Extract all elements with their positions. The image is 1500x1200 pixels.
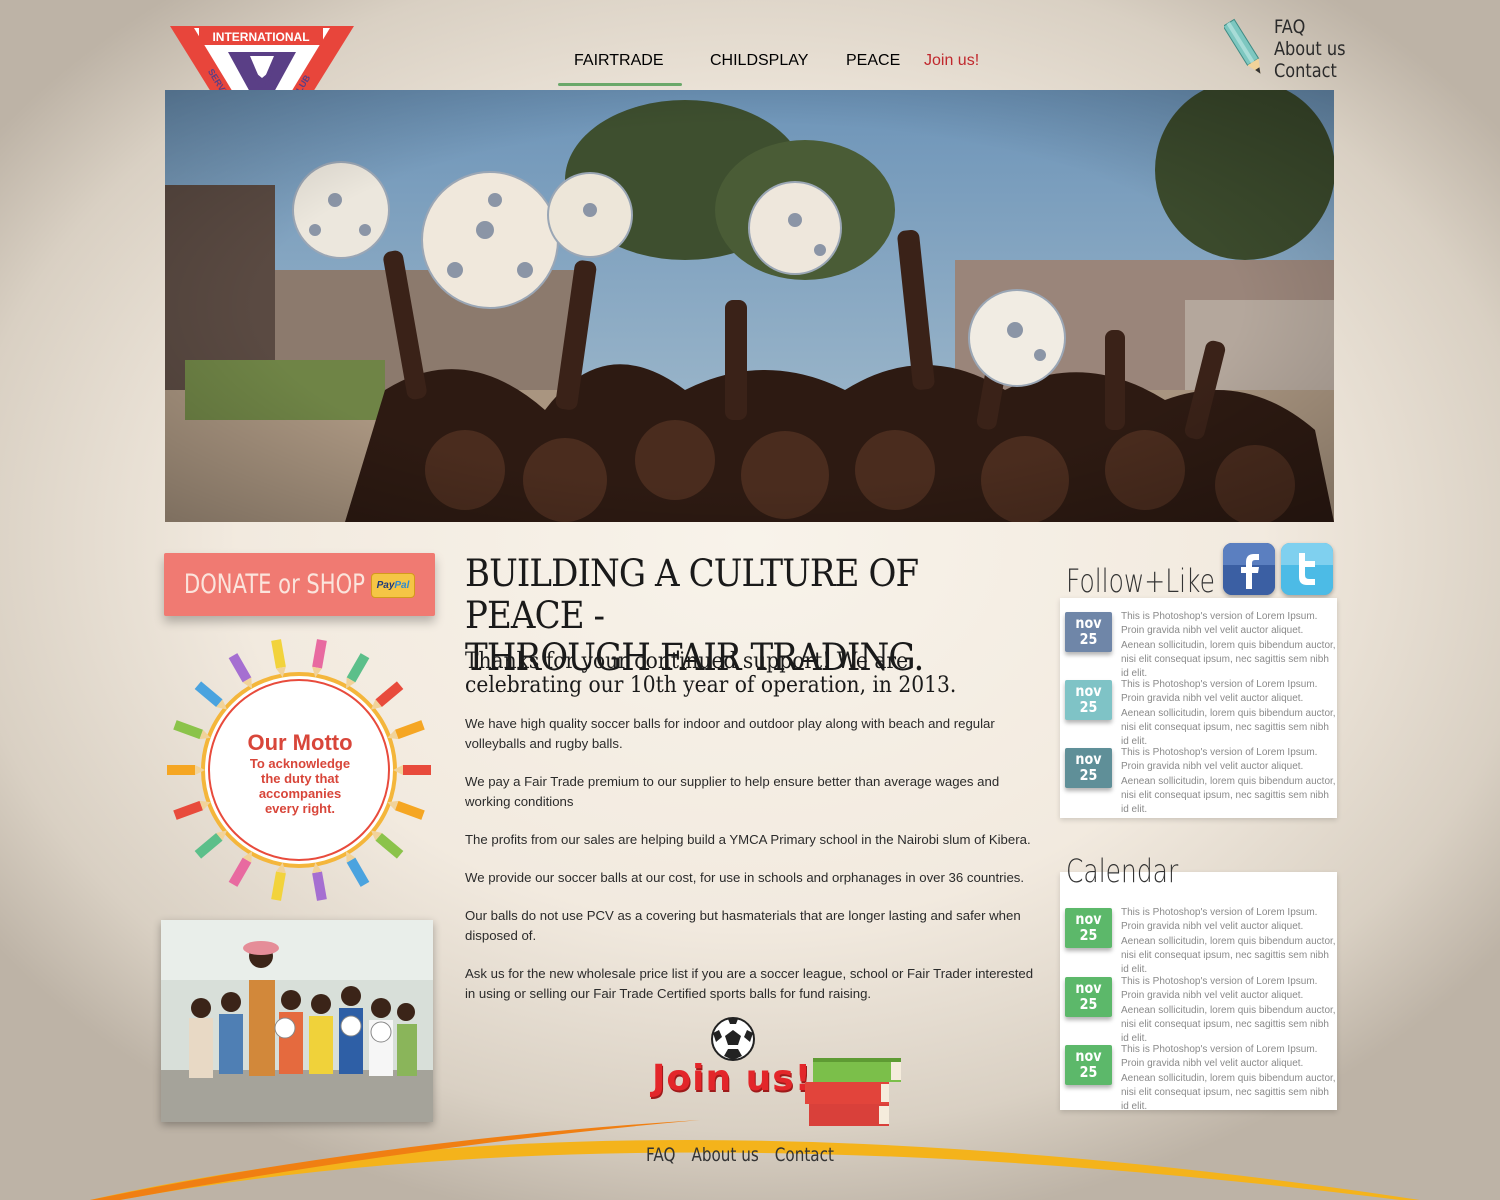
- follow-like-title: Follow+Like: [1066, 562, 1215, 600]
- event-text: This is Photoshop's version of Lorem Ips…: [1121, 1044, 1336, 1113]
- body-paragraph: We pay a Fair Trade premium to our suppl…: [465, 774, 1000, 809]
- badge-day: 25: [1079, 766, 1098, 784]
- badge-month: nov: [1075, 682, 1102, 700]
- body-paragraph: We provide our soccer balls at our cost,…: [465, 870, 1025, 885]
- calendar-panel: nov 25 This is Photoshop's version of Lo…: [1060, 872, 1337, 1112]
- body-paragraph: The profits from our sales are helping b…: [465, 832, 1031, 847]
- util-about-link[interactable]: About us: [1274, 38, 1346, 60]
- follow-panel: nov 25 This is Photoshop's version of Lo…: [1060, 598, 1337, 818]
- date-badge: nov 25: [1065, 977, 1112, 1017]
- footer-about-link[interactable]: About us: [691, 1144, 758, 1166]
- pencil-decoration: [312, 862, 327, 901]
- motto-subtitle: To acknowledge the duty that accompanies…: [235, 756, 365, 816]
- pencil-icon: [1222, 16, 1266, 80]
- motto-line: To acknowledge: [249, 756, 351, 771]
- event-text: This is Photoshop's version of Lorem Ips…: [1121, 747, 1336, 816]
- badge-day: 25: [1079, 698, 1098, 716]
- children-photo: [161, 920, 433, 1122]
- badge-month: nov: [1075, 750, 1102, 768]
- pencil-decoration: [312, 639, 327, 678]
- badge-month: nov: [1075, 979, 1102, 997]
- body-paragraph: Ask us for the new wholesale price list …: [465, 966, 1034, 1001]
- soccer-ball-icon: [710, 1016, 756, 1062]
- donate-label: DONATE or SHOP: [184, 569, 365, 600]
- motto-title: Our Motto: [247, 730, 353, 755]
- follow-event-item[interactable]: nov 25 This is Photoshop's version of Lo…: [1065, 746, 1337, 815]
- util-faq-link[interactable]: FAQ: [1274, 16, 1346, 38]
- hero-image: [165, 90, 1334, 522]
- pencil-decoration: [271, 639, 286, 678]
- date-badge: nov 25: [1065, 908, 1112, 948]
- badge-day: 25: [1079, 995, 1098, 1013]
- logo-text-top: INTERNATIONAL: [212, 30, 309, 44]
- badge-day: 25: [1079, 1063, 1098, 1081]
- paypal-text-a: Pay: [376, 580, 395, 591]
- pencil-decoration: [194, 830, 227, 859]
- body-paragraph: We have high quality soccer balls for in…: [465, 716, 995, 751]
- footer-faq-link[interactable]: FAQ: [646, 1144, 675, 1166]
- event-text: This is Photoshop's version of Lorem Ips…: [1121, 611, 1336, 680]
- follow-event-item[interactable]: nov 25 This is Photoshop's version of Lo…: [1065, 610, 1337, 679]
- body-text: We have high quality soccer balls for in…: [465, 714, 1035, 1022]
- event-text: This is Photoshop's version of Lorem Ips…: [1121, 907, 1336, 976]
- nav-fairtrade[interactable]: FAIRTRADE: [574, 52, 664, 69]
- util-contact-link[interactable]: Contact: [1274, 60, 1346, 82]
- calendar-event-item[interactable]: nov 25 This is Photoshop's version of Lo…: [1065, 906, 1337, 975]
- motto-line: every right.: [264, 801, 336, 816]
- twitter-icon[interactable]: [1281, 543, 1333, 595]
- page-subheadline: Thanks for your continued support! We ar…: [465, 649, 957, 698]
- badge-month: nov: [1075, 1047, 1102, 1065]
- badge-month: nov: [1075, 614, 1102, 632]
- paypal-text-b: Pal: [394, 580, 410, 591]
- pencil-decoration: [371, 830, 404, 859]
- nav-active-underline: [558, 83, 682, 86]
- date-badge: nov 25: [1065, 748, 1112, 788]
- pencil-decoration: [371, 681, 404, 710]
- nav-join-us[interactable]: Join us!: [924, 52, 979, 69]
- calendar-event-item[interactable]: nov 25 This is Photoshop's version of Lo…: [1065, 975, 1337, 1044]
- facebook-icon[interactable]: [1223, 543, 1275, 595]
- badge-month: nov: [1075, 910, 1102, 928]
- paypal-icon: Pay Pal: [371, 573, 415, 598]
- main-nav: FAIRTRADE CHILDSPLAY PEACE Join us!: [558, 52, 998, 92]
- nav-childsplay[interactable]: CHILDSPLAY: [710, 52, 808, 69]
- pencil-decoration: [194, 681, 227, 710]
- motto-line: accompanies: [258, 786, 342, 801]
- follow-event-item[interactable]: nov 25 This is Photoshop's version of Lo…: [1065, 678, 1337, 747]
- date-badge: nov 25: [1065, 1045, 1112, 1085]
- body-paragraph: Our balls do not use PCV as a covering b…: [465, 908, 1021, 943]
- headline-line: BUILDING A CULTURE OF PEACE -: [465, 552, 919, 637]
- donate-shop-button[interactable]: DONATE or SHOP Pay Pal: [164, 553, 435, 616]
- motto-line: the duty that: [261, 771, 339, 786]
- utility-links: FAQ About us Contact: [1274, 16, 1346, 82]
- event-text: This is Photoshop's version of Lorem Ips…: [1121, 976, 1336, 1045]
- pencil-decoration: [167, 765, 205, 775]
- calendar-event-item[interactable]: nov 25 This is Photoshop's version of Lo…: [1065, 1043, 1337, 1112]
- footer-links: FAQ About us Contact: [646, 1144, 834, 1166]
- calendar-title: Calendar: [1066, 852, 1179, 890]
- event-text: This is Photoshop's version of Lorem Ips…: [1121, 679, 1336, 748]
- motto-badge: Our Motto To acknowledge the duty that a…: [163, 634, 435, 906]
- join-us-button[interactable]: Join us!: [652, 1058, 812, 1099]
- pencil-decoration: [271, 862, 286, 901]
- pencil-decoration: [393, 765, 431, 775]
- nav-peace[interactable]: PEACE: [846, 52, 900, 69]
- badge-day: 25: [1079, 630, 1098, 648]
- date-badge: nov 25: [1065, 612, 1112, 652]
- badge-day: 25: [1079, 926, 1098, 944]
- date-badge: nov 25: [1065, 680, 1112, 720]
- footer-contact-link[interactable]: Contact: [775, 1144, 834, 1166]
